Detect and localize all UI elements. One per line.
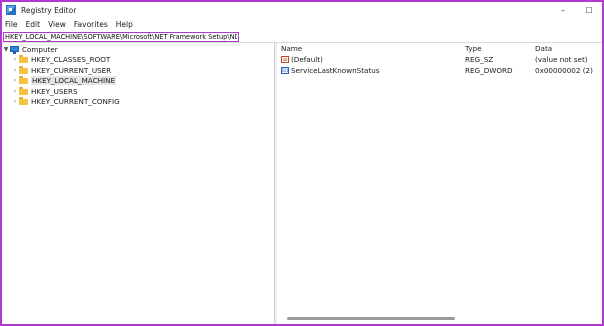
tree-item-computer[interactable]: ▼ Computer: [2, 44, 274, 55]
column-header-data[interactable]: Data: [535, 44, 602, 53]
address-bar: [2, 31, 602, 42]
window-title: Registry Editor: [21, 5, 77, 15]
value-data: (value not set): [535, 55, 588, 64]
chevron-right-icon[interactable]: ›: [11, 98, 19, 105]
column-header-name[interactable]: Name: [281, 44, 465, 53]
address-input[interactable]: [3, 31, 239, 42]
list-header: Name Type Data: [277, 43, 602, 54]
minimize-button[interactable]: –: [550, 2, 576, 18]
tree-item-label: HKEY_CURRENT_CONFIG: [31, 97, 120, 107]
registry-editor-window: Registry Editor – ☐ File Edit View Favor…: [0, 0, 604, 326]
tree-item-hkey-users[interactable]: › HKEY_USERS: [2, 86, 274, 97]
value-type: REG_SZ: [465, 55, 494, 64]
chevron-right-icon[interactable]: ›: [11, 56, 19, 63]
value-name-cell: ab (Default): [281, 55, 465, 64]
maximize-button[interactable]: ☐: [576, 2, 602, 18]
menu-favorites[interactable]: Favorites: [74, 20, 108, 29]
tree-item-label: HKEY_USERS: [31, 86, 78, 96]
tree-item-hkey-current-user[interactable]: › HKEY_CURRENT_USER: [2, 65, 274, 76]
column-header-type[interactable]: Type: [465, 44, 535, 53]
menu-file[interactable]: File: [5, 20, 18, 29]
tree-item-hkey-classes-root[interactable]: › HKEY_CLASSES_ROOT: [2, 55, 274, 66]
tree-item-hkey-local-machine[interactable]: › HKEY_LOCAL_MACHINE: [2, 76, 274, 87]
menu-help[interactable]: Help: [116, 20, 133, 29]
value-data: 0x00000002 (2): [535, 66, 593, 75]
folder-icon: [19, 55, 28, 64]
chevron-right-icon[interactable]: ›: [11, 77, 19, 84]
folder-icon: [19, 86, 28, 95]
value-name: ServiceLastKnownStatus: [291, 66, 380, 75]
folder-icon: [19, 76, 28, 85]
tree-item-label: HKEY_LOCAL_MACHINE: [31, 76, 117, 86]
value-type: REG_DWORD: [465, 66, 513, 75]
registry-editor-app-icon: [6, 5, 16, 15]
value-name-cell: 011 ServiceLastKnownStatus: [281, 66, 465, 75]
editor-panes: ▼ Computer › HKEY_CLASSES_ROOT › HKEY_CU…: [2, 42, 602, 324]
list-item[interactable]: 011 ServiceLastKnownStatus REG_DWORD 0x0…: [277, 65, 602, 76]
tree-item-label: HKEY_CURRENT_USER: [31, 65, 112, 75]
list-item[interactable]: ab (Default) REG_SZ (value not set): [277, 54, 602, 65]
folder-icon: [19, 97, 28, 106]
folder-icon: [19, 65, 28, 74]
value-name: (Default): [291, 55, 323, 64]
values-list-pane[interactable]: Name Type Data ab (Default) REG_SZ (valu…: [277, 43, 602, 324]
tree-item-label: HKEY_CLASSES_ROOT: [31, 55, 111, 65]
chevron-down-icon[interactable]: ▼: [2, 46, 10, 53]
menu-edit[interactable]: Edit: [26, 20, 41, 29]
chevron-right-icon[interactable]: ›: [11, 88, 19, 95]
chevron-right-icon[interactable]: ›: [11, 67, 19, 74]
menu-bar: File Edit View Favorites Help: [2, 18, 602, 31]
binary-value-icon: 011: [281, 67, 289, 74]
computer-icon: [10, 46, 19, 55]
tree-item-label: Computer: [22, 44, 58, 54]
menu-view[interactable]: View: [48, 20, 66, 29]
tree-item-hkey-current-config[interactable]: › HKEY_CURRENT_CONFIG: [2, 97, 274, 108]
title-bar: Registry Editor – ☐: [2, 2, 602, 18]
string-value-icon: ab: [281, 56, 289, 63]
horizontal-scrollbar[interactable]: [287, 317, 455, 320]
key-tree-pane[interactable]: ▼ Computer › HKEY_CLASSES_ROOT › HKEY_CU…: [2, 43, 275, 324]
